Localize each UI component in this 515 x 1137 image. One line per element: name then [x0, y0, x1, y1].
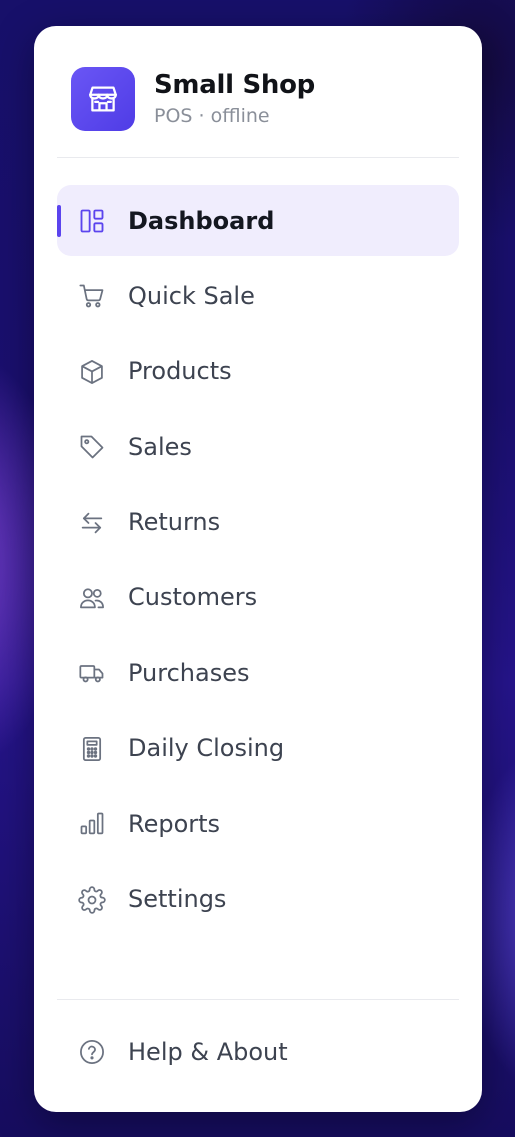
- truck-icon: [78, 659, 106, 687]
- sidebar-item-label: Customers: [128, 583, 258, 612]
- calculator-icon: [78, 735, 106, 763]
- swap-arrows-icon: [78, 509, 106, 537]
- sidebar-item-purchases[interactable]: Purchases: [57, 637, 459, 708]
- sidebar-item-dashboard[interactable]: Dashboard: [57, 185, 459, 256]
- cart-icon: [78, 282, 106, 310]
- footer-divider: [57, 999, 459, 1000]
- storefront-icon: [71, 67, 135, 131]
- sidebar-item-label: Returns: [128, 508, 221, 537]
- gear-icon: [78, 885, 106, 914]
- brand-header[interactable]: Small Shop POS · offline: [71, 67, 315, 131]
- sidebar-item-customers[interactable]: Customers: [57, 562, 459, 633]
- sidebar-item-label: Daily Closing: [128, 734, 285, 763]
- sidebar-item-quick-sale[interactable]: Quick Sale: [57, 260, 459, 331]
- box-icon: [78, 358, 106, 386]
- sidebar-item-label: Reports: [128, 809, 221, 838]
- help-about-link[interactable]: Help & About: [57, 1016, 459, 1087]
- brand-name: Small Shop: [154, 70, 315, 100]
- users-icon: [78, 584, 106, 612]
- bar-chart-icon: [78, 810, 106, 838]
- sidebar-item-label: Quick Sale: [128, 281, 255, 310]
- sidebar-panel: Small Shop POS · offline Dashboard Quick…: [34, 26, 482, 1112]
- sidebar-item-daily-closing[interactable]: Daily Closing: [57, 713, 459, 784]
- sidebar-item-reports[interactable]: Reports: [57, 788, 459, 859]
- sidebar-item-label: Settings: [128, 885, 227, 914]
- dashboard-icon: [78, 207, 106, 235]
- header-divider: [57, 157, 459, 158]
- sidebar-item-label: Dashboard: [128, 206, 275, 235]
- sidebar-item-label: Products: [128, 357, 232, 386]
- sidebar-item-settings[interactable]: Settings: [57, 864, 459, 935]
- help-circle-icon: [78, 1038, 106, 1066]
- sidebar-item-products[interactable]: Products: [57, 336, 459, 407]
- brand-subtitle: POS · offline: [154, 105, 270, 127]
- sidebar-item-label: Purchases: [128, 658, 250, 687]
- sidebar-item-label: Sales: [128, 432, 192, 461]
- sidebar-nav: Dashboard Quick Sale Products Sales Retu…: [57, 185, 459, 939]
- tag-icon: [78, 433, 106, 461]
- sidebar-item-returns[interactable]: Returns: [57, 487, 459, 558]
- help-about-label: Help & About: [128, 1037, 288, 1066]
- sidebar-item-sales[interactable]: Sales: [57, 411, 459, 482]
